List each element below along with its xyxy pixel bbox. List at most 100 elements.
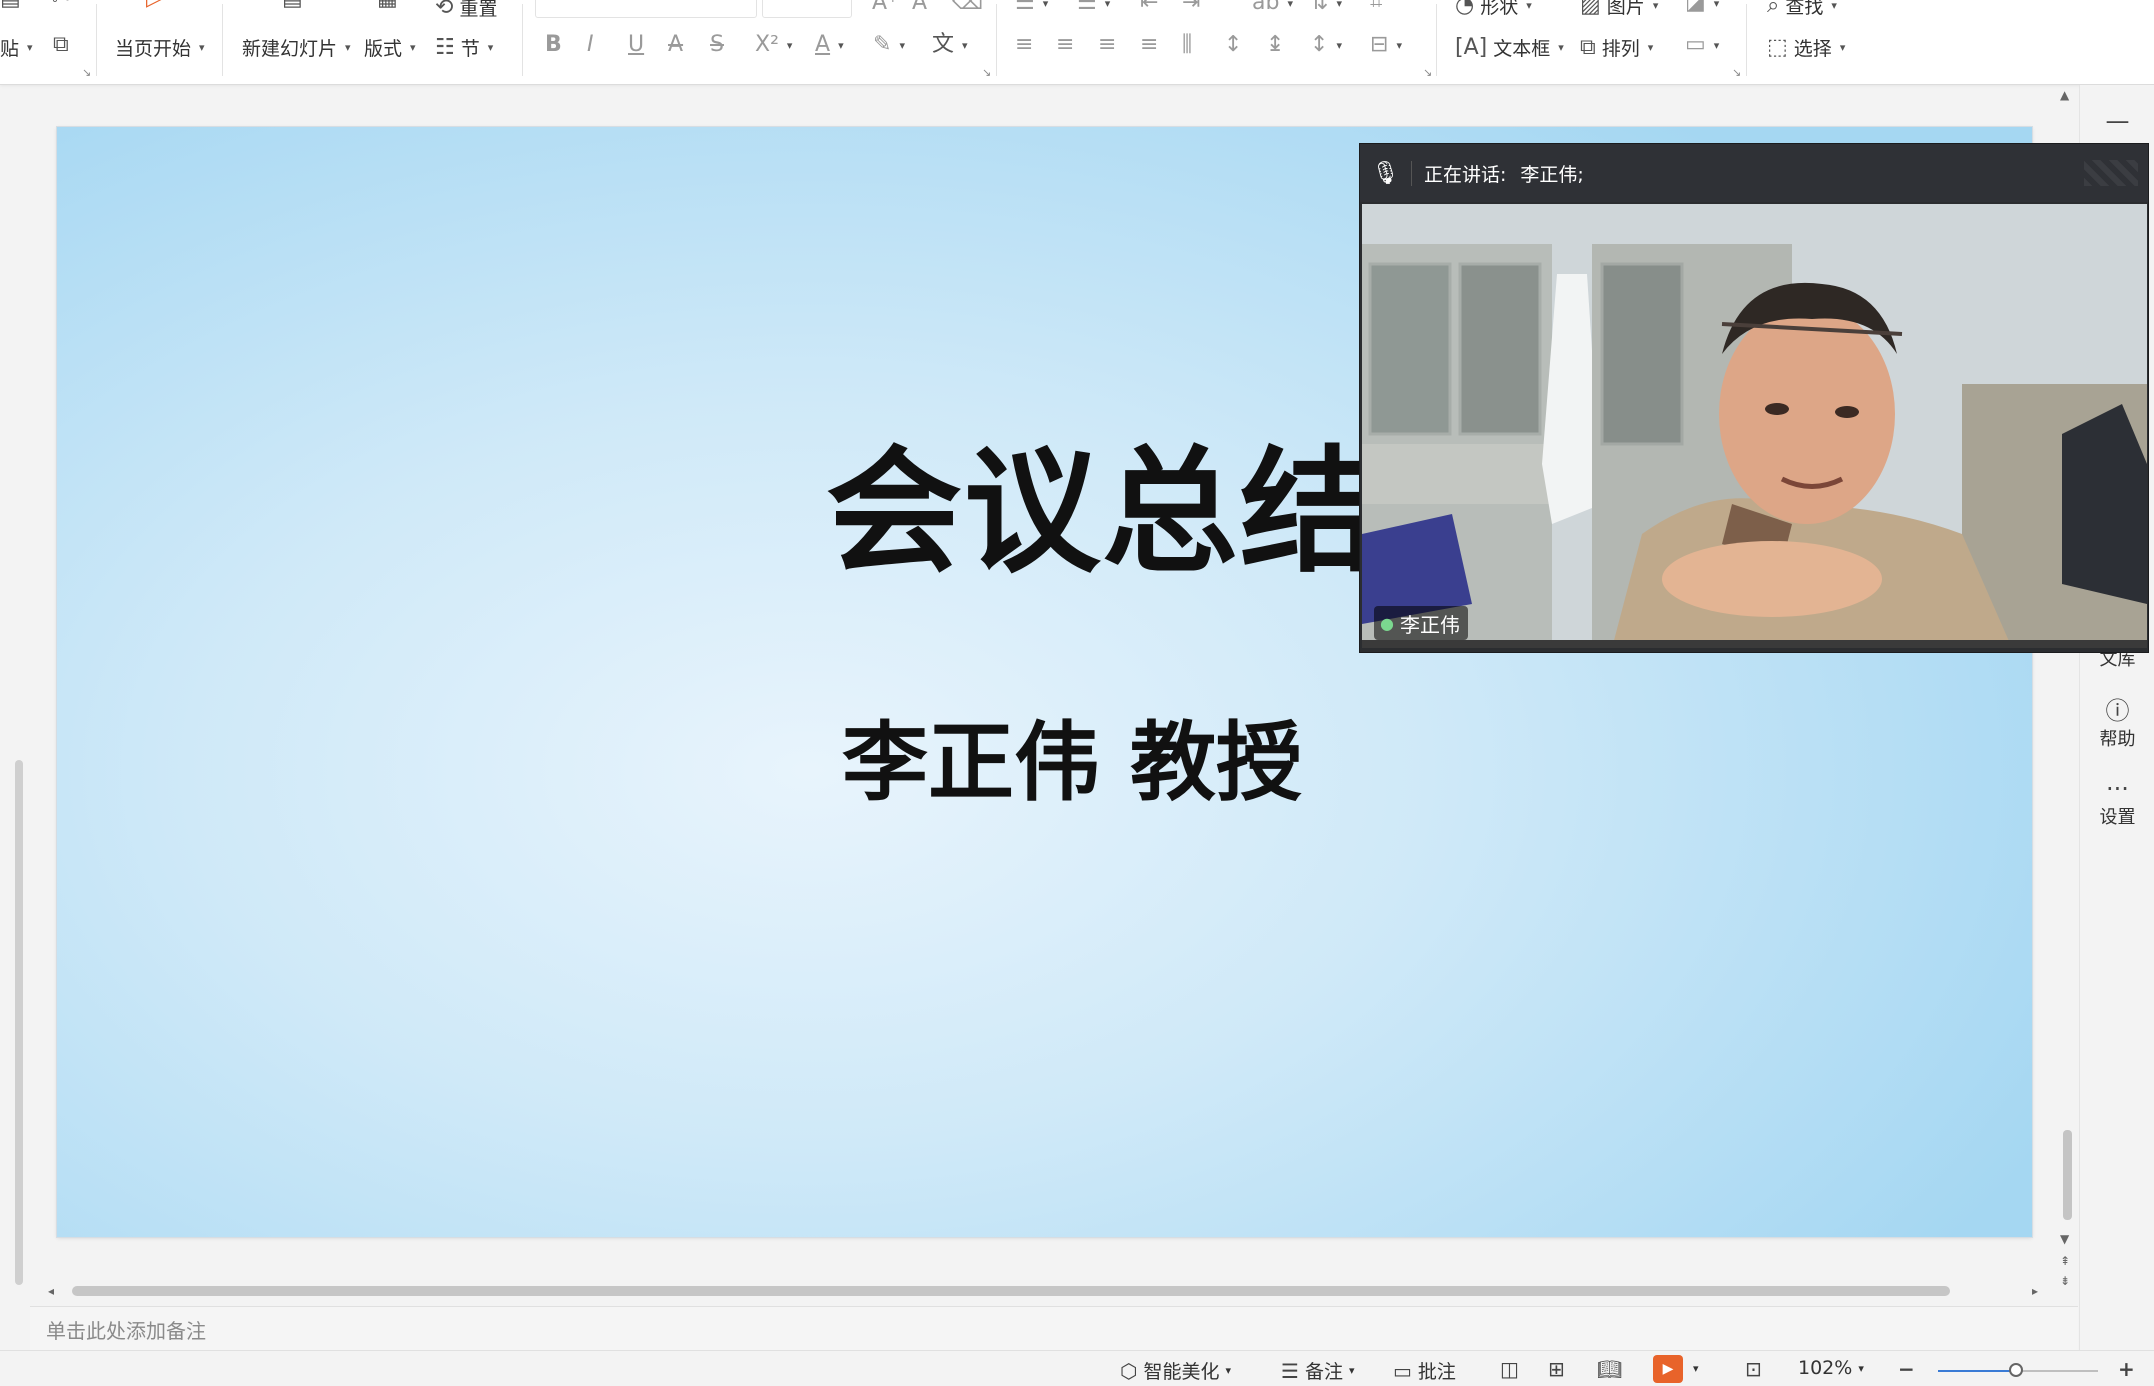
superscript-icon[interactable]: X² ▾ xyxy=(755,34,792,56)
next-slide-icon[interactable]: ⇟ xyxy=(2060,1274,2070,1288)
font-size-select[interactable] xyxy=(762,0,852,18)
decrease-font-icon[interactable]: A xyxy=(912,0,927,14)
underline-icon[interactable]: U xyxy=(628,34,644,56)
paragraph-spacing-icon[interactable]: ↨ xyxy=(1266,34,1284,56)
sort-icon[interactable]: ⇅ ▾ xyxy=(1310,0,1342,14)
help-button[interactable]: ⓘ 帮助 xyxy=(2080,697,2154,751)
scroll-right-icon[interactable]: ▸ xyxy=(2032,1284,2038,1298)
increase-font-icon[interactable]: A⁺ xyxy=(872,0,899,14)
normal-view-icon[interactable]: ◫ xyxy=(1500,1357,1519,1381)
smart-beautify-button[interactable]: ⬡ 智能美化 ▾ xyxy=(1120,1357,1231,1384)
more-icon: ··· xyxy=(2106,775,2129,803)
align-left-icon[interactable]: ≡ xyxy=(1015,34,1033,56)
fit-window-icon[interactable]: ⊡ xyxy=(1745,1357,1762,1381)
text-shadow-icon[interactable]: S xyxy=(710,34,724,56)
participant-name-tag: ● 李正伟 xyxy=(1374,606,1468,640)
italic-icon[interactable]: I xyxy=(587,34,594,56)
text-direction-icon[interactable]: ab ▾ xyxy=(1252,0,1293,14)
comments-button[interactable]: ▭ 批注 xyxy=(1393,1357,1456,1384)
sorter-view-icon[interactable]: ⊞ xyxy=(1548,1357,1565,1381)
scroll-left-icon[interactable]: ◂ xyxy=(48,1284,54,1298)
notes-pane[interactable]: 单击此处添加备注 xyxy=(30,1306,2078,1350)
chevron-down-icon[interactable]: ▾ xyxy=(1693,1362,1699,1375)
scroll-up-icon[interactable]: ▲ xyxy=(2060,88,2069,102)
chevron-down-icon: ▾ xyxy=(345,41,351,54)
bullets-icon[interactable]: ☰ ▾ xyxy=(1015,0,1048,14)
copy-icon[interactable]: ⧉ xyxy=(53,34,69,56)
strikethrough-icon[interactable]: A xyxy=(668,34,683,56)
divider xyxy=(522,4,523,76)
new-slide-button[interactable]: 新建幻灯片 ▾ xyxy=(242,34,351,61)
section-icon: ☷ xyxy=(435,34,455,60)
zoom-level[interactable]: 102% ▾ xyxy=(1798,1357,1864,1379)
mic-active-icon: ● xyxy=(1380,613,1394,633)
align-center-icon[interactable]: ≡ xyxy=(1056,34,1074,56)
play-slideshow-button[interactable]: ▶ xyxy=(1653,1355,1683,1383)
line-spacing-icon[interactable]: ↕ xyxy=(1224,34,1242,56)
highlight-icon[interactable]: ✎ ▾ xyxy=(873,34,905,56)
numbering-icon[interactable]: ☰ ▾ xyxy=(1077,0,1110,14)
collapse-icon[interactable]: — xyxy=(2080,107,2154,135)
group-launcher-icon[interactable]: ↘ xyxy=(1423,66,1432,79)
video-call-window[interactable]: 🎙︎ 正在讲话: 李正伟; ● 李正伟 xyxy=(1359,143,2149,653)
select-button[interactable]: ⬚ 选择 ▾ xyxy=(1767,34,1845,61)
phonetic-guide-icon[interactable]: 文 ▾ xyxy=(932,34,968,56)
paste-button[interactable]: 贴 ▾ xyxy=(0,34,33,61)
justify-icon[interactable]: ≡ xyxy=(1140,34,1158,56)
decrease-indent-icon[interactable]: ⇤ xyxy=(1140,0,1158,14)
help-icon: ⓘ xyxy=(2105,697,2130,725)
left-scrollbar[interactable] xyxy=(15,760,23,1285)
fill-icon[interactable]: ◪ ▾ xyxy=(1685,0,1719,14)
arrange-button[interactable]: ⧉ 排列 ▾ xyxy=(1580,34,1653,61)
paste-icon-top[interactable]: ▤ xyxy=(0,0,21,10)
textbox-button[interactable]: [A] 文本框 ▾ xyxy=(1455,34,1564,61)
video-header: 🎙︎ 正在讲话: 李正伟; xyxy=(1360,144,2148,202)
previous-slide-icon[interactable]: ⇞ xyxy=(2060,1254,2070,1268)
divider xyxy=(96,4,97,76)
chevron-down-icon: ▾ xyxy=(27,41,33,54)
zoom-out-icon[interactable]: − xyxy=(1898,1357,1915,1381)
start-from-current-button[interactable]: 当页开始 ▾ xyxy=(115,34,205,61)
outline-icon[interactable]: ▭ ▾ xyxy=(1685,34,1719,56)
window-controls-icon[interactable] xyxy=(2084,160,2138,186)
vertical-scrollbar-thumb[interactable] xyxy=(2063,1130,2072,1220)
zoom-in-icon[interactable]: + xyxy=(2118,1357,2135,1381)
zoom-slider-handle[interactable] xyxy=(2009,1363,2024,1377)
font-name-select[interactable] xyxy=(535,0,757,18)
group-launcher-icon[interactable]: ↘ xyxy=(82,66,91,79)
shape-button[interactable]: ◔ 形状 ▾ xyxy=(1455,0,1532,19)
scroll-down-icon[interactable]: ▼ xyxy=(2060,1232,2069,1246)
distribute-icon[interactable]: ⫼ xyxy=(1182,34,1192,56)
reset-button[interactable]: ⟲ 重置 xyxy=(435,0,497,21)
find-button[interactable]: ⌕ 查找 ▾ xyxy=(1767,0,1837,19)
layout-button[interactable]: 版式 ▾ xyxy=(364,34,416,61)
zoom-slider-fill xyxy=(1938,1370,2017,1372)
spacing-options-icon[interactable]: ↕ ▾ xyxy=(1310,34,1342,56)
divider xyxy=(1436,4,1437,76)
slide-title[interactable]: 会议总结 xyxy=(802,402,1402,599)
section-button[interactable]: ☷ 节 ▾ xyxy=(435,34,493,61)
group-launcher-icon[interactable]: ↘ xyxy=(982,66,991,79)
align-right-icon[interactable]: ≡ xyxy=(1098,34,1116,56)
slide-subtitle[interactable]: 李正伟 教授 xyxy=(772,692,1372,817)
vertical-align-icon[interactable]: ⊟ ▾ xyxy=(1370,34,1402,56)
cut-icon[interactable]: ✂ xyxy=(52,0,70,10)
settings-button[interactable]: ··· 设置 xyxy=(2080,775,2154,829)
mic-muted-icon[interactable]: 🎙︎ xyxy=(1360,160,1412,186)
select-label: 选择 xyxy=(1793,38,1832,60)
chevron-down-icon: ▾ xyxy=(487,41,494,54)
bold-icon[interactable]: B xyxy=(545,34,562,56)
help-label: 帮助 xyxy=(2099,729,2136,750)
convert-icon[interactable]: ⌗ xyxy=(1370,0,1382,14)
increase-indent-icon[interactable]: ⇥ xyxy=(1182,0,1200,14)
picture-button[interactable]: ▨ 图片 ▾ xyxy=(1580,0,1658,19)
clear-format-icon[interactable]: ⌫ xyxy=(952,0,983,14)
settings-label: 设置 xyxy=(2099,807,2136,828)
reading-view-icon[interactable]: 📖︎ xyxy=(1597,1357,1622,1381)
notes-toggle-button[interactable]: ☰ 备注 ▾ xyxy=(1281,1357,1354,1384)
chevron-down-icon: ▾ xyxy=(1652,0,1659,12)
horizontal-scrollbar-thumb[interactable] xyxy=(72,1286,1950,1296)
group-launcher-icon[interactable]: ↘ xyxy=(1732,66,1741,79)
ribbon-toolbar: ▤ ✂ 贴▾ ⧉ ↘ ▷ 当页开始▾ ▤ 新建幻灯片▾ ▦ 版式▾ ⟲重置 ☷节… xyxy=(0,0,2154,85)
font-color-icon[interactable]: A ▾ xyxy=(815,34,844,56)
